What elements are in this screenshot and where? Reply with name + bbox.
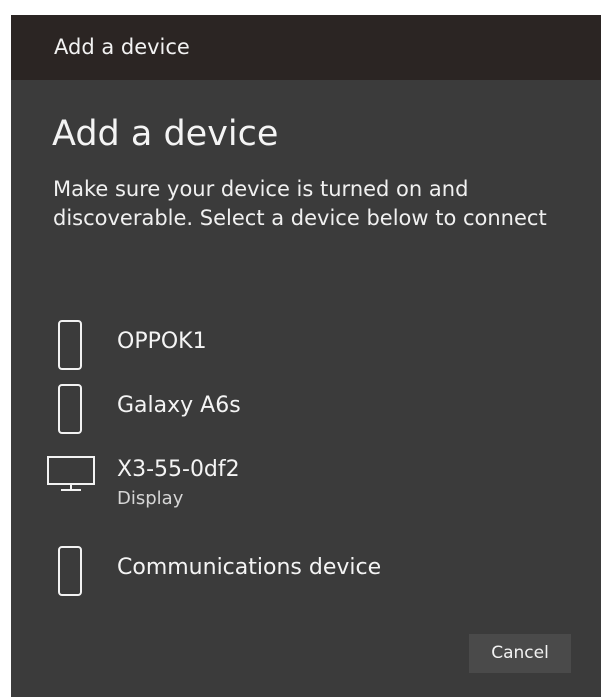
device-name: OPPOK1 [117,329,207,354]
page-title: Add a device [52,114,279,154]
phone-icon [45,381,97,439]
device-name: Galaxy A6s [117,393,241,418]
cancel-button[interactable]: Cancel [469,634,571,673]
monitor-icon [45,445,97,503]
device-name: Communications device [117,555,382,580]
phone-icon [45,543,97,601]
device-item-x3-55-0df2[interactable]: X3-55-0df2 Display [11,445,601,525]
title-bar: Add a device [11,15,601,80]
device-item-communications-device[interactable]: Communications device [11,543,601,601]
instructions-text: Make sure your device is turned on and d… [53,177,547,230]
add-device-dialog: Add a device Add a device Make sure your… [11,15,601,697]
window-title: Add a device [54,35,190,59]
device-item-oppok1[interactable]: OPPOK1 [11,317,601,375]
device-name: X3-55-0df2 [117,457,240,482]
phone-icon [45,317,97,375]
device-type: Display [117,488,184,509]
device-item-galaxy-a6s[interactable]: Galaxy A6s [11,381,601,439]
